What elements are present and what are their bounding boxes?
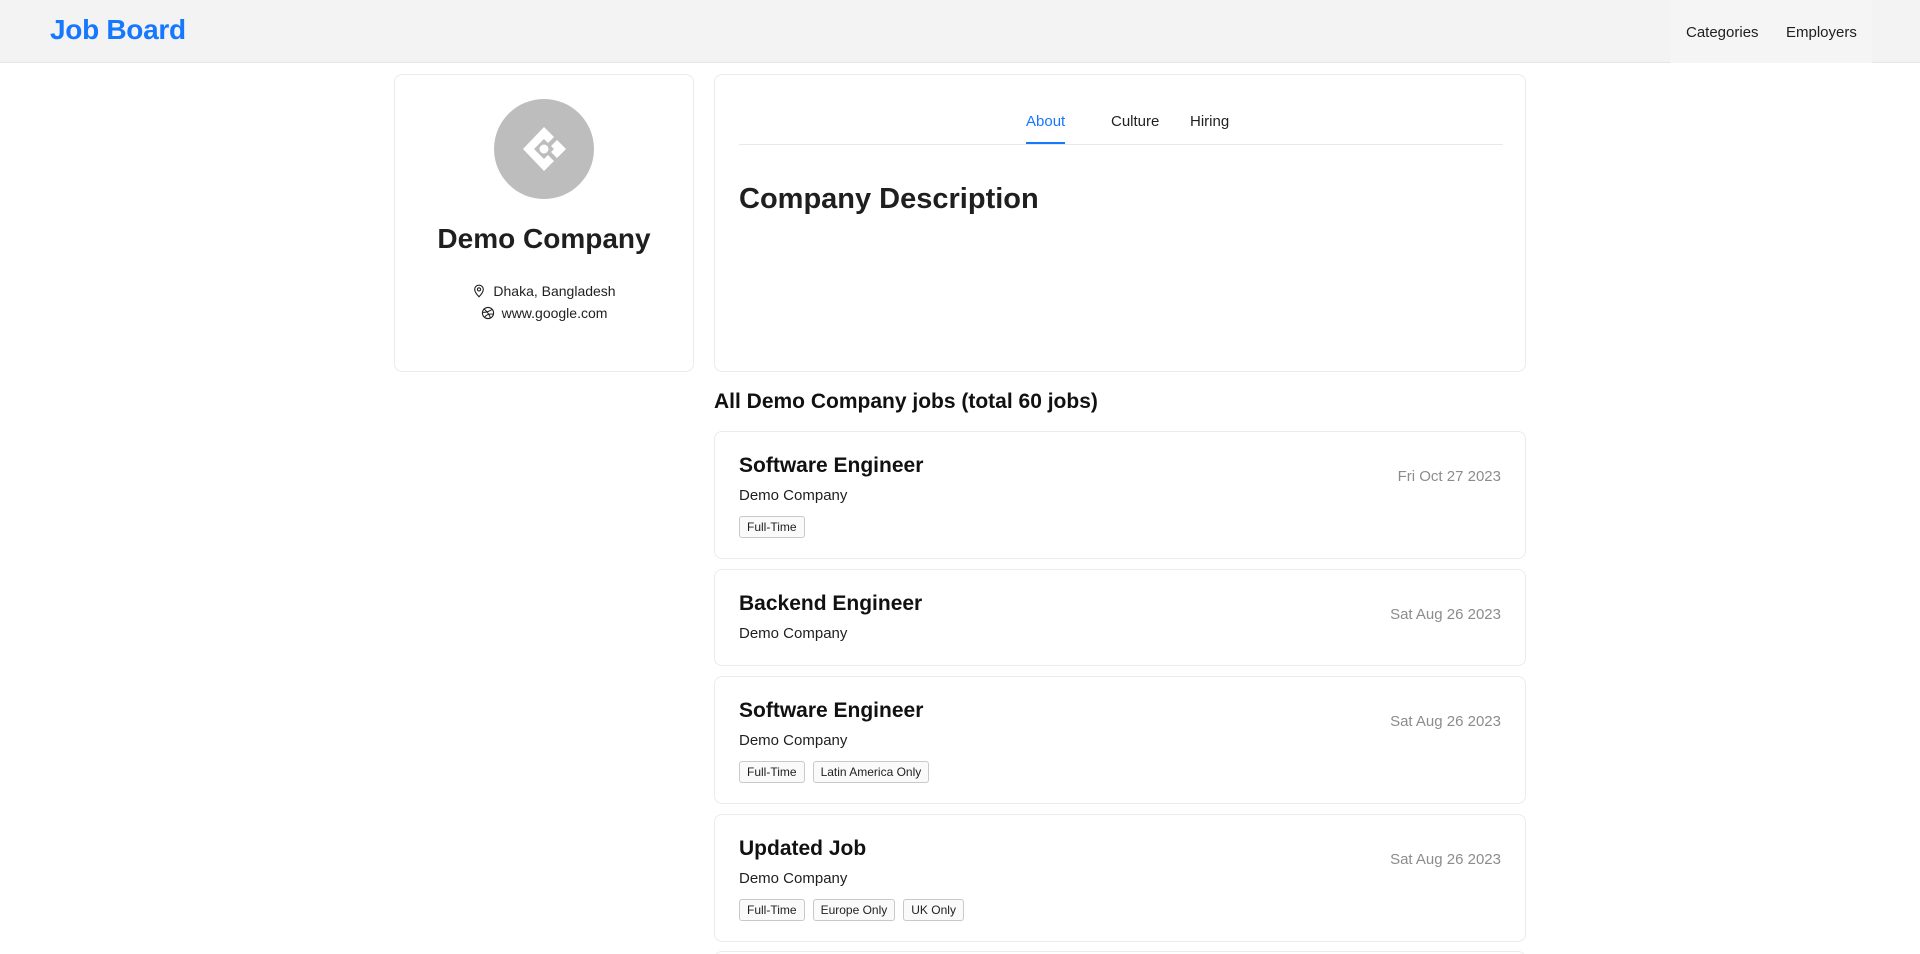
job-card[interactable]: Software Engineer Demo Company Fri Oct 2… (714, 431, 1526, 559)
job-date: Sat Aug 26 2023 (1390, 851, 1501, 868)
job-title[interactable]: Software Engineer (739, 454, 923, 478)
company-about-card: About Culture Hiring Company Description (714, 74, 1526, 372)
job-date: Fri Oct 27 2023 (1397, 468, 1501, 485)
job-tag: Europe Only (812, 899, 896, 921)
company-location-text: Dhaka, Bangladesh (493, 283, 616, 299)
company-website-link[interactable]: www.google.com (502, 305, 608, 321)
top-navbar: Job Board Categories Employers (0, 0, 1920, 63)
company-name: Demo Company (437, 223, 651, 254)
job-title[interactable]: Updated Job (739, 837, 866, 861)
location-pin-icon (474, 284, 485, 298)
nav-menu: Categories Employers (1670, 0, 1872, 63)
job-title[interactable]: Backend Engineer (739, 592, 922, 616)
brand-logo-link[interactable]: Job Board (50, 14, 186, 46)
job-tag: UK Only (903, 899, 964, 921)
tab-culture[interactable]: Culture (1111, 113, 1159, 142)
nav-item-categories[interactable]: Categories (1686, 24, 1759, 41)
job-company: Demo Company (739, 487, 848, 504)
tab-about[interactable]: About (1026, 113, 1066, 144)
job-tags: Full-Time Latin America Only (739, 761, 930, 783)
tab-hiring[interactable]: Hiring (1190, 113, 1229, 142)
company-logo (494, 99, 594, 199)
job-company: Demo Company (739, 732, 848, 749)
job-tags: Full-Time (739, 516, 805, 538)
job-card[interactable]: Backend Engineer Demo Company Sat Aug 26… (714, 569, 1526, 666)
job-company: Demo Company (739, 870, 848, 887)
ant-design-logo-icon (523, 127, 566, 171)
dribbble-icon (481, 306, 494, 320)
company-description-heading: Company Description (739, 183, 1039, 215)
job-tag: Full-Time (739, 761, 805, 783)
job-tags: Full-Time Europe Only UK Only (739, 899, 964, 921)
job-date: Sat Aug 26 2023 (1390, 606, 1501, 623)
nav-item-employers[interactable]: Employers (1786, 24, 1857, 41)
job-date: Sat Aug 26 2023 (1390, 713, 1501, 730)
job-card[interactable]: Updated Job Demo Company Sat Aug 26 2023… (714, 814, 1526, 942)
job-title[interactable]: Software Engineer (739, 699, 923, 723)
company-tabs: About Culture Hiring (739, 99, 1503, 145)
job-tag: Latin America Only (812, 761, 930, 783)
job-tag: Full-Time (739, 516, 805, 538)
jobs-list-heading: All Demo Company jobs (total 60 jobs) (714, 390, 1098, 413)
company-location: Dhaka, Bangladesh (395, 283, 693, 299)
company-website: www.google.com (395, 305, 693, 321)
company-profile-card: Demo Company Dhaka, Bangladesh www.googl… (394, 74, 694, 372)
job-company: Demo Company (739, 625, 848, 642)
job-card[interactable]: Software Engineer Demo Company Sat Aug 2… (714, 676, 1526, 804)
job-tag: Full-Time (739, 899, 805, 921)
